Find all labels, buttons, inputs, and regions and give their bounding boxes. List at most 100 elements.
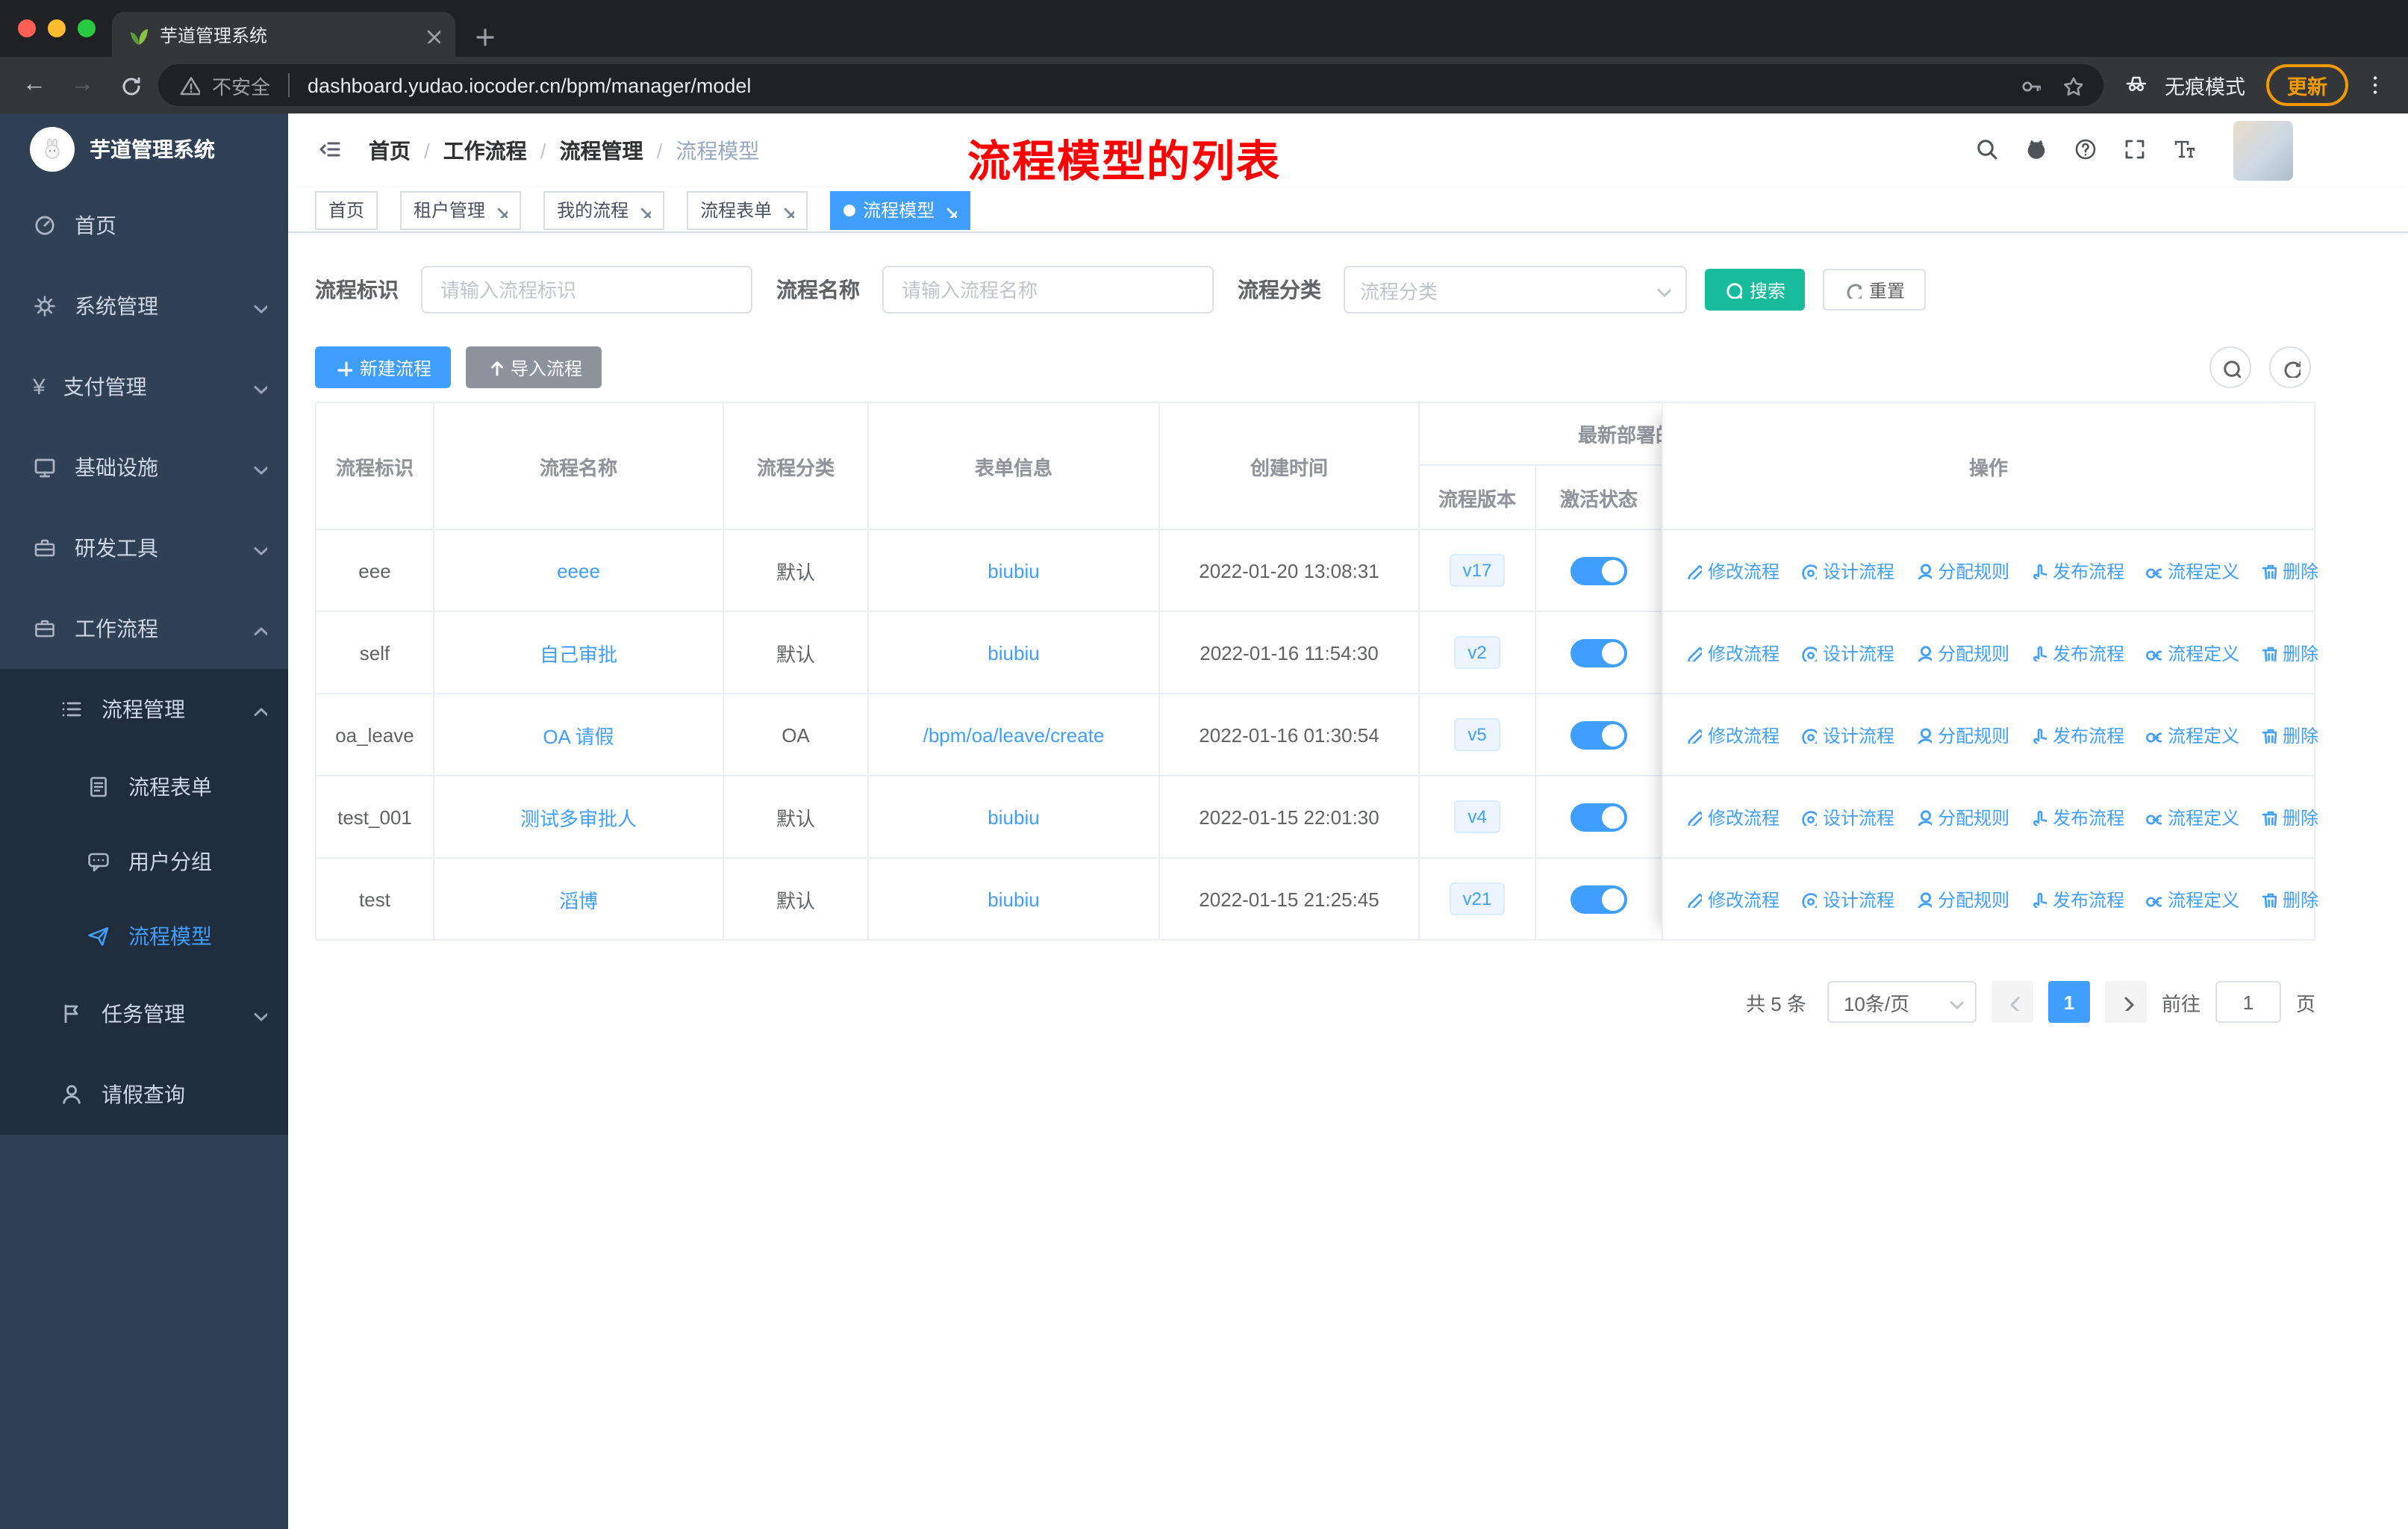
- tag-process-form[interactable]: 流程表单: [687, 190, 808, 229]
- page-number-button[interactable]: 1: [2047, 981, 2090, 1023]
- process-definition-link[interactable]: 流程定义: [2144, 640, 2239, 665]
- process-name-link[interactable]: 测试多审批人: [520, 803, 637, 831]
- modify-process-link[interactable]: 修改流程: [1684, 722, 1780, 747]
- process-name-link[interactable]: eeee: [557, 559, 600, 582]
- key-icon[interactable]: [2020, 75, 2041, 96]
- design-process-link[interactable]: 设计流程: [1799, 722, 1894, 747]
- sidebar-item-workflow[interactable]: 工作流程: [0, 588, 288, 669]
- design-process-link[interactable]: 设计流程: [1799, 558, 1894, 583]
- sidebar-item-leave-query[interactable]: 请假查询: [0, 1054, 288, 1135]
- assign-rule-link[interactable]: 分配规则: [1914, 640, 2009, 665]
- search-icon[interactable]: [1975, 137, 2002, 164]
- sidebar-item-infra[interactable]: 基础设施: [0, 427, 288, 508]
- minimize-window-button[interactable]: [48, 19, 66, 37]
- process-name-input[interactable]: [882, 266, 1214, 314]
- active-toggle[interactable]: [1570, 885, 1627, 913]
- close-icon[interactable]: [636, 202, 652, 217]
- form-link[interactable]: biubiu: [988, 641, 1039, 664]
- close-icon[interactable]: [493, 202, 508, 217]
- process-definition-link[interactable]: 流程定义: [2144, 804, 2239, 829]
- back-button[interactable]: ←: [15, 72, 54, 99]
- assign-rule-link[interactable]: 分配规则: [1914, 722, 2009, 747]
- forward-button[interactable]: →: [63, 72, 102, 99]
- active-toggle[interactable]: [1570, 803, 1627, 831]
- form-link[interactable]: biubiu: [988, 559, 1039, 582]
- form-link[interactable]: biubiu: [988, 888, 1039, 910]
- modify-process-link[interactable]: 修改流程: [1684, 558, 1780, 583]
- close-icon[interactable]: [779, 202, 795, 217]
- modify-process-link[interactable]: 修改流程: [1684, 886, 1780, 912]
- sidebar-toggle-icon[interactable]: [318, 137, 345, 164]
- close-icon[interactable]: [942, 202, 958, 217]
- prev-page-button[interactable]: [1991, 981, 2033, 1023]
- active-toggle[interactable]: [1570, 720, 1627, 749]
- reload-button[interactable]: [119, 75, 140, 96]
- sidebar-item-user-group[interactable]: 用户分组: [0, 824, 288, 899]
- import-process-button[interactable]: 导入流程: [466, 346, 602, 388]
- design-process-link[interactable]: 设计流程: [1799, 640, 1894, 665]
- close-tab-icon[interactable]: [422, 25, 440, 43]
- browser-tab[interactable]: 芋道管理系统: [112, 12, 455, 57]
- url-text[interactable]: dashboard.yudao.iocoder.cn/bpm/manager/m…: [308, 74, 2008, 96]
- publish-process-link[interactable]: 发布流程: [2029, 640, 2124, 665]
- breadcrumb-process-mgmt[interactable]: 流程管理: [560, 136, 643, 166]
- publish-process-link[interactable]: 发布流程: [2029, 722, 2124, 747]
- user-avatar[interactable]: [2233, 121, 2293, 181]
- tag-process-model[interactable]: 流程模型: [830, 190, 971, 229]
- assign-rule-link[interactable]: 分配规则: [1914, 558, 2009, 583]
- delete-process-link[interactable]: 删除: [2259, 558, 2318, 583]
- url-bar[interactable]: 不安全 dashboard.yudao.iocoder.cn/bpm/manag…: [158, 64, 2103, 106]
- sidebar-item-process-model[interactable]: 流程模型: [0, 899, 288, 974]
- zoom-window-button[interactable]: [78, 19, 96, 37]
- toggle-search-button[interactable]: [2209, 346, 2251, 388]
- design-process-link[interactable]: 设计流程: [1799, 886, 1894, 912]
- publish-process-link[interactable]: 发布流程: [2029, 804, 2124, 829]
- delete-process-link[interactable]: 删除: [2259, 804, 2318, 829]
- sidebar-item-process-form[interactable]: 流程表单: [0, 750, 288, 824]
- process-name-link[interactable]: 滔博: [559, 885, 598, 913]
- breadcrumb-home[interactable]: 首页: [369, 136, 411, 166]
- breadcrumb-workflow[interactable]: 工作流程: [443, 136, 527, 166]
- update-button[interactable]: 更新: [2266, 64, 2348, 106]
- sidebar-item-devtools[interactable]: 研发工具: [0, 508, 288, 588]
- delete-process-link[interactable]: 删除: [2259, 886, 2318, 912]
- security-label[interactable]: 不安全: [212, 71, 270, 99]
- sidebar-item-payment[interactable]: ¥ 支付管理: [0, 346, 288, 427]
- assign-rule-link[interactable]: 分配规则: [1914, 804, 2009, 829]
- form-link[interactable]: biubiu: [988, 806, 1039, 828]
- close-window-button[interactable]: [18, 19, 36, 37]
- publish-process-link[interactable]: 发布流程: [2029, 886, 2124, 912]
- goto-page-input[interactable]: [2215, 981, 2281, 1023]
- delete-process-link[interactable]: 删除: [2259, 722, 2318, 747]
- next-page-button[interactable]: [2104, 981, 2147, 1023]
- form-link[interactable]: /bpm/oa/leave/create: [923, 723, 1105, 746]
- process-definition-link[interactable]: 流程定义: [2144, 722, 2239, 747]
- process-category-select[interactable]: 流程分类: [1344, 266, 1687, 314]
- bookmark-star-icon[interactable]: [2062, 75, 2083, 96]
- design-process-link[interactable]: 设计流程: [1799, 804, 1894, 829]
- sidebar-item-task-mgmt[interactable]: 任务管理: [0, 974, 288, 1054]
- refresh-table-button[interactable]: [2269, 346, 2311, 388]
- process-id-input[interactable]: [421, 266, 752, 314]
- tag-my-process[interactable]: 我的流程: [543, 190, 665, 229]
- help-icon[interactable]: [2074, 137, 2100, 164]
- process-name-link[interactable]: OA 请假: [543, 720, 614, 749]
- modify-process-link[interactable]: 修改流程: [1684, 640, 1780, 665]
- font-size-icon[interactable]: [2172, 137, 2199, 164]
- tag-home[interactable]: 首页: [315, 190, 378, 229]
- publish-process-link[interactable]: 发布流程: [2029, 558, 2124, 583]
- active-toggle[interactable]: [1570, 638, 1627, 667]
- process-name-link[interactable]: 自己审批: [540, 638, 617, 667]
- fullscreen-icon[interactable]: [2123, 137, 2150, 164]
- active-toggle[interactable]: [1570, 556, 1627, 585]
- github-icon[interactable]: [2024, 137, 2051, 164]
- process-definition-link[interactable]: 流程定义: [2144, 886, 2239, 912]
- reset-button[interactable]: 重置: [1823, 269, 1927, 311]
- create-process-button[interactable]: 新建流程: [315, 346, 452, 388]
- tag-tenant[interactable]: 租户管理: [400, 190, 522, 229]
- new-tab-button[interactable]: [473, 25, 494, 46]
- page-size-select[interactable]: 10条/页: [1827, 981, 1977, 1023]
- search-button[interactable]: 搜索: [1705, 269, 1806, 311]
- process-definition-link[interactable]: 流程定义: [2144, 558, 2239, 583]
- sidebar-item-home[interactable]: 首页: [0, 185, 288, 266]
